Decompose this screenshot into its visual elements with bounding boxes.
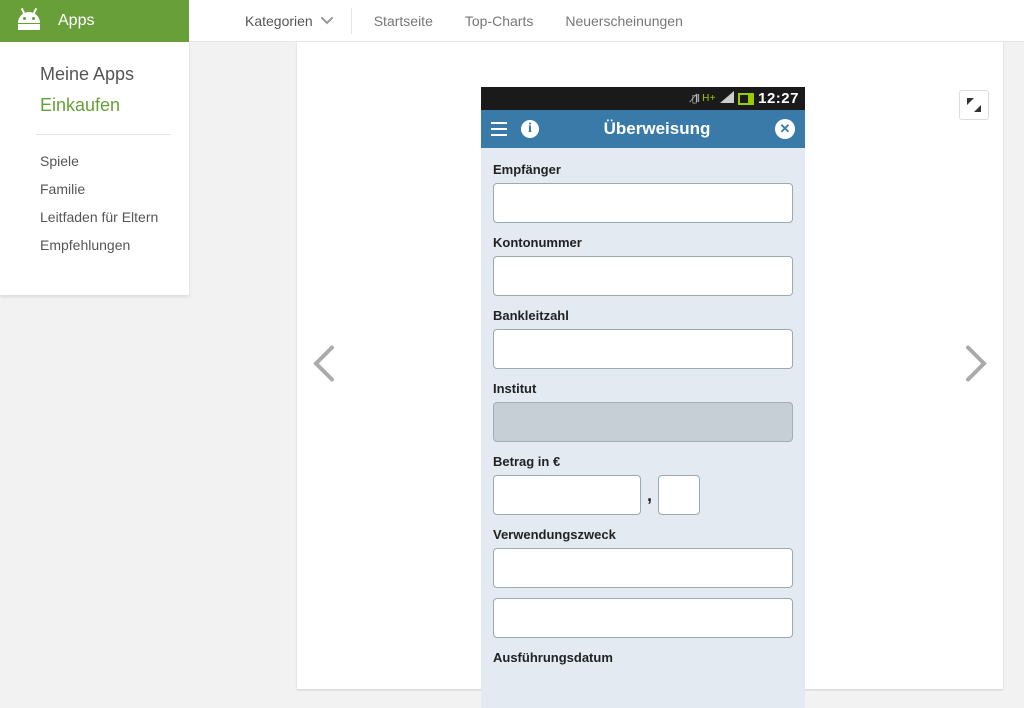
- gallery-prev[interactable]: [313, 345, 335, 386]
- hamburger-icon[interactable]: [491, 122, 507, 136]
- nav-home[interactable]: Startseite: [358, 13, 449, 29]
- gallery-next[interactable]: [965, 345, 987, 386]
- android-icon: [18, 12, 40, 30]
- date-label: Ausführungsdatum: [493, 650, 793, 665]
- sidebar-shop[interactable]: Einkaufen: [0, 91, 189, 122]
- sidebar-item-parents[interactable]: Leitfaden für Eltern: [0, 203, 189, 231]
- form-body: Empfänger Kontonummer Bankleitzahl Insti…: [481, 148, 805, 708]
- sidebar-item-games[interactable]: Spiele: [0, 147, 189, 175]
- bank-input: [493, 402, 793, 442]
- sidebar-my-apps[interactable]: Meine Apps: [0, 60, 189, 91]
- purpose-input-2[interactable]: [493, 598, 793, 638]
- status-clock: 12:27: [758, 90, 799, 107]
- appbar-title: Überweisung: [539, 119, 775, 139]
- app-bar: i Überweisung ✕: [481, 110, 805, 148]
- amount-label: Betrag in €: [493, 454, 793, 469]
- nav-area: Kategorien Startseite Top-Charts Neuersc…: [189, 0, 699, 42]
- recipient-input[interactable]: [493, 183, 793, 223]
- collapse-icon: [967, 98, 981, 112]
- account-input[interactable]: [493, 256, 793, 296]
- signal-icon: [720, 91, 734, 106]
- divider: [351, 8, 352, 34]
- amount-euro-input[interactable]: [493, 475, 641, 515]
- close-icon[interactable]: ✕: [775, 119, 795, 139]
- phone-frame: ▯̸‖ H+ 12:27 i Überweisung ✕ Empfänger K…: [481, 87, 805, 708]
- battery-icon: [738, 93, 754, 105]
- info-icon[interactable]: i: [521, 120, 539, 138]
- brand-label: Apps: [58, 12, 94, 30]
- sidebar-item-family[interactable]: Familie: [0, 175, 189, 203]
- account-label: Kontonummer: [493, 235, 793, 250]
- recipient-label: Empfänger: [493, 162, 793, 177]
- categories-label: Kategorien: [245, 13, 313, 29]
- amount-cent-input[interactable]: [658, 475, 700, 515]
- purpose-input-1[interactable]: [493, 548, 793, 588]
- bank-label: Institut: [493, 381, 793, 396]
- bankcode-label: Bankleitzahl: [493, 308, 793, 323]
- purpose-label: Verwendungszweck: [493, 527, 793, 542]
- brand-pill[interactable]: Apps: [0, 0, 189, 42]
- network-hplus-icon: H+: [702, 94, 716, 104]
- decimal-separator: ,: [647, 485, 652, 506]
- nav-topcharts[interactable]: Top-Charts: [449, 13, 549, 29]
- chevron-down-icon: [321, 17, 333, 25]
- statusbar: ▯̸‖ H+ 12:27: [481, 87, 805, 110]
- sidebar: Meine Apps Einkaufen Spiele Familie Leit…: [0, 42, 189, 295]
- detail-card: ▯̸‖ H+ 12:27 i Überweisung ✕ Empfänger K…: [297, 42, 1003, 689]
- categories-dropdown[interactable]: Kategorien: [189, 0, 351, 42]
- sidebar-divider: [36, 134, 171, 135]
- mute-icon: ▯̸‖: [691, 92, 698, 105]
- bankcode-input[interactable]: [493, 329, 793, 369]
- collapse-button[interactable]: [959, 90, 989, 120]
- nav-newreleases[interactable]: Neuerscheinungen: [549, 13, 699, 29]
- sidebar-item-recs[interactable]: Empfehlungen: [0, 231, 189, 259]
- header: Apps Kategorien Startseite Top-Charts Ne…: [0, 0, 1024, 42]
